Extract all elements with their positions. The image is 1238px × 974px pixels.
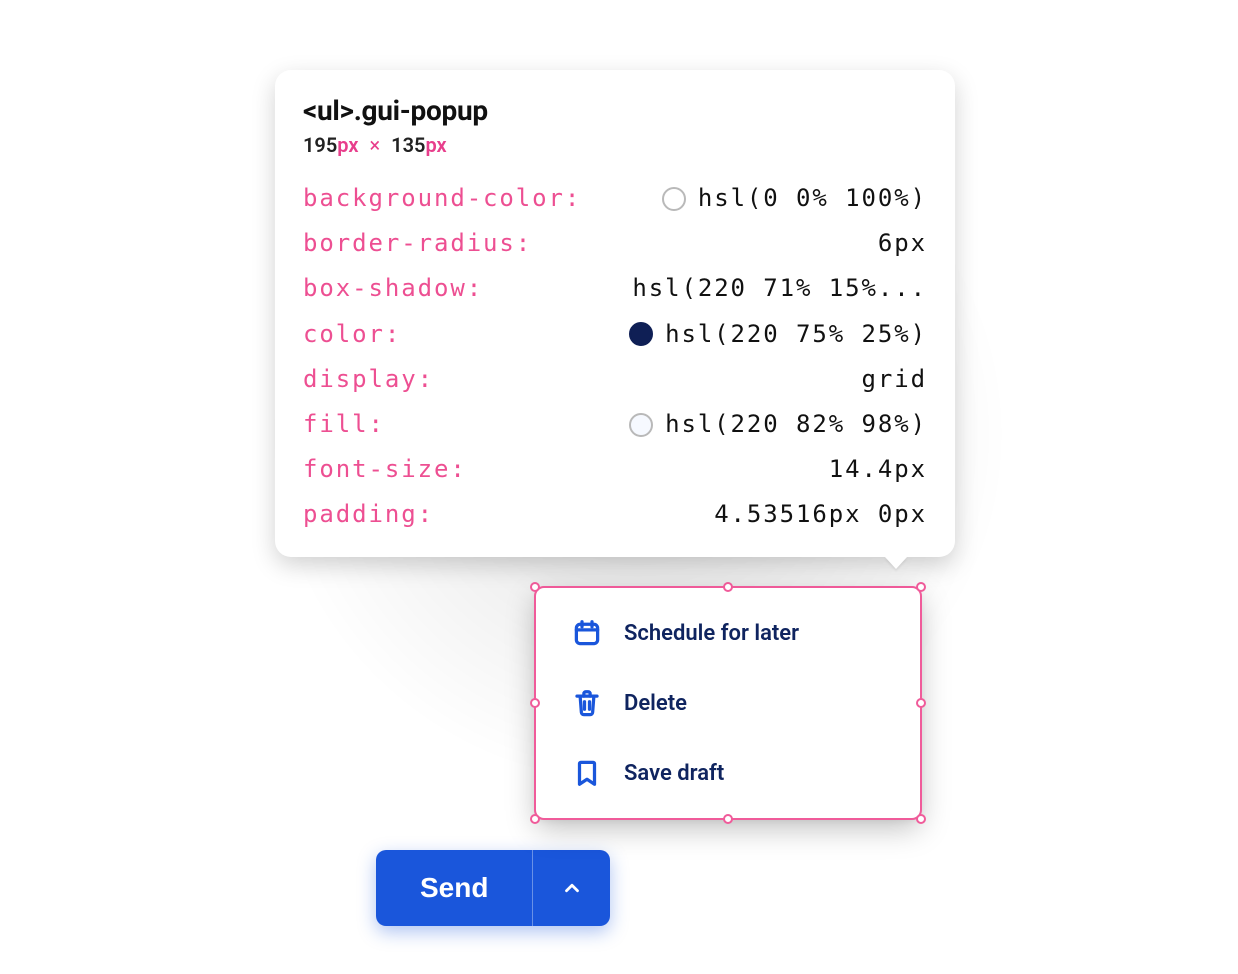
- send-split-button: Send: [376, 850, 610, 926]
- style-key: font-size:: [303, 454, 467, 485]
- send-button[interactable]: Send: [376, 850, 532, 926]
- color-swatch-icon: [629, 413, 653, 437]
- gui-popup-container: Schedule for later Delete Save draft: [536, 588, 920, 818]
- calendar-icon: [572, 618, 602, 648]
- menu-item-label: Schedule for later: [624, 621, 799, 646]
- style-value: hsl(0 0% 100%): [662, 183, 927, 214]
- menu-item-delete[interactable]: Delete: [536, 668, 920, 738]
- px-unit: px: [425, 133, 446, 157]
- tooltip-dimensions: 195px × 135px: [303, 133, 927, 157]
- style-key: padding:: [303, 499, 434, 530]
- menu-item-label: Save draft: [624, 761, 724, 786]
- style-key: display:: [303, 364, 434, 395]
- style-row-padding: padding: 4.53516px 0px: [303, 499, 927, 530]
- devtools-element-tooltip: <ul>.gui-popup 195px × 135px background-…: [275, 70, 955, 557]
- style-row-box-shadow: box-shadow: hsl(220 71% 15%...: [303, 273, 927, 304]
- style-value-text: hsl(220 82% 98%): [665, 409, 927, 440]
- selector-tag: <ul>: [303, 94, 354, 127]
- px-unit: px: [337, 133, 358, 157]
- selector-class: .gui-popup: [354, 94, 488, 127]
- menu-item-label: Delete: [624, 691, 687, 716]
- height-value: 135: [391, 133, 425, 157]
- style-value: 4.53516px 0px: [714, 499, 927, 530]
- width-value: 195: [303, 133, 337, 157]
- style-row-color: color: hsl(220 75% 25%): [303, 319, 927, 350]
- color-swatch-icon: [662, 187, 686, 211]
- menu-item-save-draft[interactable]: Save draft: [536, 738, 920, 808]
- bookmark-icon: [572, 758, 602, 788]
- times-separator: ×: [364, 133, 387, 157]
- style-value: hsl(220 82% 98%): [629, 409, 927, 440]
- menu-item-schedule[interactable]: Schedule for later: [536, 598, 920, 668]
- style-row-display: display: grid: [303, 364, 927, 395]
- style-value: hsl(220 75% 25%): [629, 319, 927, 350]
- style-key: background-color:: [303, 183, 581, 214]
- style-value: 14.4px: [829, 454, 927, 485]
- style-row-font-size: font-size: 14.4px: [303, 454, 927, 485]
- style-value: grid: [862, 364, 927, 395]
- color-swatch-icon: [629, 322, 653, 346]
- tooltip-selector: <ul>.gui-popup: [303, 94, 927, 127]
- trash-icon: [572, 688, 602, 718]
- style-value-text: hsl(220 75% 25%): [665, 319, 927, 350]
- style-row-background-color: background-color: hsl(0 0% 100%): [303, 183, 927, 214]
- style-value: hsl(220 71% 15%...: [632, 273, 927, 304]
- style-key: fill:: [303, 409, 385, 440]
- send-more-button[interactable]: [532, 850, 610, 926]
- style-value: 6px: [878, 228, 927, 259]
- style-key: border-radius:: [303, 228, 532, 259]
- style-key: color:: [303, 319, 401, 350]
- chevron-up-icon: [561, 877, 583, 899]
- gui-popup: Schedule for later Delete Save draft: [536, 588, 920, 818]
- style-key: box-shadow:: [303, 273, 483, 304]
- style-row-fill: fill: hsl(220 82% 98%): [303, 409, 927, 440]
- style-value-text: hsl(0 0% 100%): [698, 183, 927, 214]
- tooltip-style-rows: background-color: hsl(0 0% 100%) border-…: [303, 183, 927, 531]
- style-row-border-radius: border-radius: 6px: [303, 228, 927, 259]
